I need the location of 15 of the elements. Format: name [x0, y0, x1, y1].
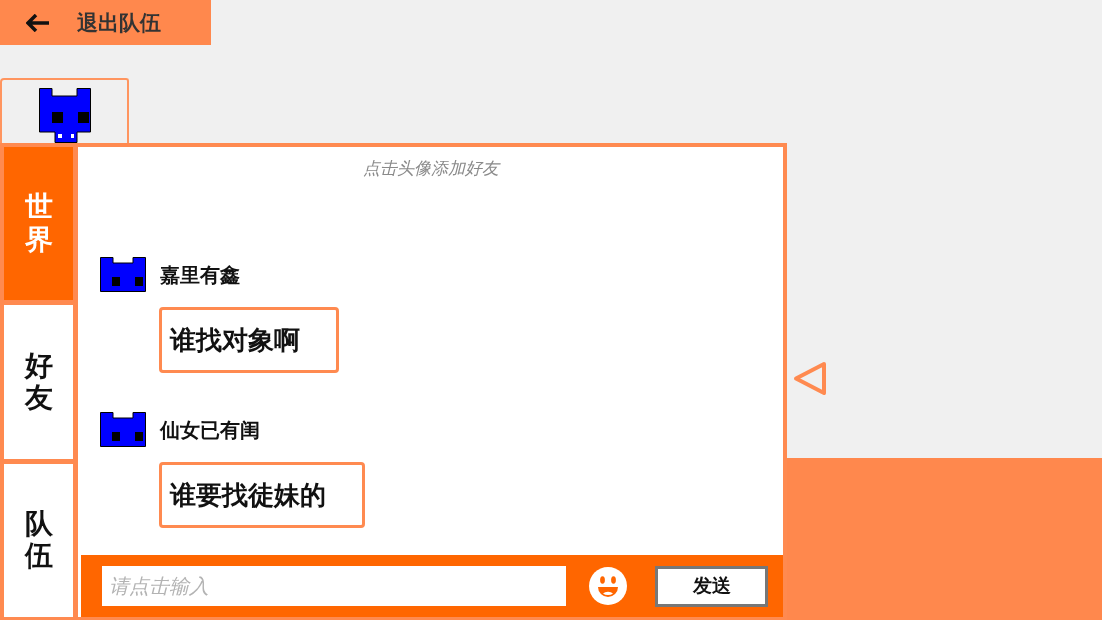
- hint-text: 点击头像添加好友: [362, 158, 499, 180]
- cat-avatar-icon[interactable]: [100, 257, 146, 292]
- chat-tab[interactable]: 队伍: [4, 463, 73, 617]
- send-button[interactable]: 发送: [655, 565, 768, 607]
- cat-avatar-icon[interactable]: [100, 412, 146, 447]
- sender-name: 嘉里有鑫: [160, 262, 240, 288]
- chat-tab[interactable]: 好友: [4, 305, 73, 459]
- message-bubble: 谁找对象啊: [159, 307, 339, 373]
- sender-name: 仙女已有闺: [160, 417, 260, 443]
- message-bubble: 谁要找徒妹的: [159, 462, 365, 528]
- back-arrow-icon: [26, 13, 50, 32]
- message-input[interactable]: 请点击输入: [102, 566, 566, 606]
- cat-avatar-icon[interactable]: [39, 88, 91, 143]
- smiley-icon[interactable]: [589, 567, 627, 605]
- exit-team-button[interactable]: 退出队伍: [0, 0, 211, 45]
